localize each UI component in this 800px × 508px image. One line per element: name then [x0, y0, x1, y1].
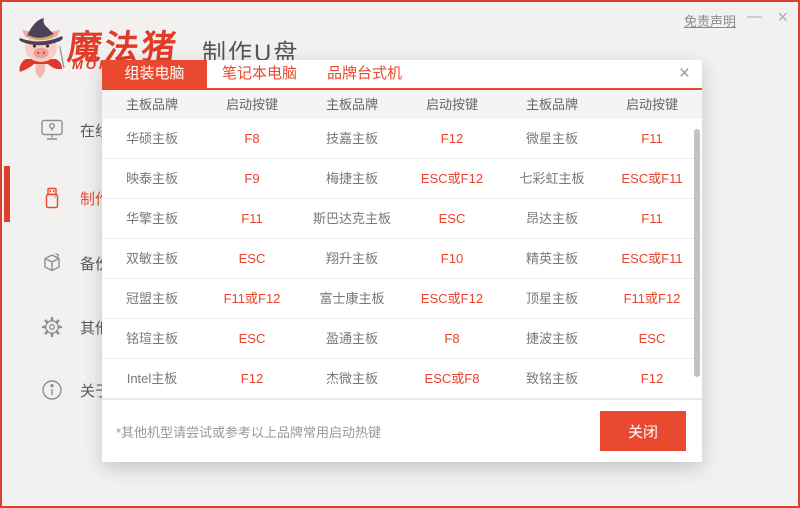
brand-cell: 顶星主板	[525, 291, 578, 306]
brand-cell: 精英主板	[525, 251, 578, 266]
bootkey-cell: ESC或F8	[424, 371, 480, 386]
brand-cell: 华擎主板	[125, 211, 178, 226]
brand-cell: 昂达主板	[525, 211, 578, 226]
brand-cell: Intel主板	[126, 371, 178, 386]
table-header-cell: 启动按键	[425, 97, 478, 112]
bootkey-cell: ESC	[238, 331, 266, 346]
brand-cell: 双敏主板	[125, 251, 178, 266]
bootkey-cell: F11	[641, 211, 663, 226]
brand-cell: 技嘉主板	[325, 131, 378, 146]
brand-cell: 梅捷主板	[325, 171, 378, 186]
table-row: 华硕主板 F8 技嘉主板 F12 微星主板 F11	[102, 119, 702, 159]
bootkey-cell: ESC或F11	[621, 251, 683, 266]
brand-cell: 铭瑄主板	[125, 331, 178, 346]
brand-cell: 映泰主板	[125, 171, 178, 186]
bootkey-cell: F9	[244, 171, 260, 186]
usb-icon	[40, 186, 64, 210]
table-header-row: 主板品牌 启动按键 主板品牌 启动按键 主板品牌 启动按键	[102, 90, 702, 119]
table-header-cell: 启动按键	[225, 97, 278, 112]
bootkey-cell: F12	[440, 131, 464, 146]
dialog-tab-bar: 组装电脑 笔记本电脑 品牌台式机 ×	[102, 60, 702, 90]
brand-cell: 冠盟主板	[125, 291, 178, 306]
close-dialog-button[interactable]: 关闭	[600, 411, 686, 451]
bootkey-cell: F12	[640, 371, 664, 386]
bootkey-cell: ESC	[438, 211, 466, 226]
bootkey-cell: F10	[440, 251, 464, 266]
brand-cell: 斯巴达克主板	[312, 211, 391, 226]
disclaimer-link[interactable]: 免责声明	[684, 11, 736, 30]
backup-icon	[40, 251, 64, 275]
mascot-pig-logo	[19, 18, 65, 78]
table-row: 冠盟主板 F11或F12 富士康主板 ESC或F12 顶星主板 F11或F12	[102, 279, 702, 319]
boot-key-table: 华硕主板 F8 技嘉主板 F12 微星主板 F11 映泰主板 F9 梅捷主板 ESC或F12 七彩虹…	[102, 119, 702, 399]
table-header-cell: 主板品牌	[325, 97, 378, 112]
gear-icon	[40, 315, 64, 339]
table-row: 映泰主板 F9 梅捷主板 ESC或F12 七彩虹主板 ESC或F11	[102, 159, 702, 199]
brand-cell: 华硕主板	[125, 131, 178, 146]
boot-key-dialog: 组装电脑 笔记本电脑 品牌台式机 × 主板品牌 启动按键 主板品牌 启动按键 主板品牌 启动按键…	[102, 60, 702, 462]
bootkey-cell: ESC或F11	[621, 171, 683, 186]
bootkey-cell: ESC	[638, 331, 666, 346]
footer-note: *其他机型请尝试或参考以上品牌常用启动热键	[116, 424, 382, 440]
info-icon	[40, 378, 64, 402]
tab-2[interactable]: 笔记本电脑	[207, 60, 312, 88]
tab-3[interactable]: 品牌台式机	[312, 60, 417, 88]
brand-cell: 杰微主板	[325, 371, 378, 386]
bootkey-cell: F8	[444, 331, 460, 346]
table-header-cell: 主板品牌	[125, 97, 178, 112]
brand-cell: 富士康主板	[319, 291, 385, 306]
brand-cell: 致铭主板	[525, 371, 578, 386]
brand-cell: 翔升主板	[325, 251, 378, 266]
dialog-footer: *其他机型请尝试或参考以上品牌常用启动热键 关闭	[102, 399, 702, 462]
bootkey-cell: ESC或F12	[420, 291, 484, 306]
sidebar-active-indicator	[4, 166, 10, 222]
window-minimize-button[interactable]: —	[747, 8, 762, 25]
table-row: Intel主板 F12 杰微主板 ESC或F8 致铭主板 F12	[102, 359, 702, 399]
bootkey-cell: F11或F12	[223, 291, 281, 306]
brand-cell: 捷波主板	[525, 331, 578, 346]
brand-cell: 七彩虹主板	[519, 171, 585, 186]
bootkey-cell: F11	[241, 211, 263, 226]
table-row: 铭瑄主板 ESC 盈通主板 F8 捷波主板 ESC	[102, 319, 702, 359]
table-row: 华擎主板 F11 斯巴达克主板 ESC 昂达主板 F11	[102, 199, 702, 239]
brand-cell: 微星主板	[525, 131, 578, 146]
dialog-close-icon[interactable]: ×	[679, 63, 690, 85]
scrollbar-thumb[interactable]	[694, 129, 700, 377]
table-header-cell: 启动按键	[625, 97, 678, 112]
tab-1[interactable]: 组装电脑	[102, 60, 207, 88]
brand-cell: 盈通主板	[325, 331, 378, 346]
bootkey-cell: F11或F12	[623, 291, 681, 306]
table-header-cell: 主板品牌	[525, 97, 578, 112]
bootkey-cell: ESC或F12	[420, 171, 484, 186]
table-row: 双敏主板 ESC 翔升主板 F10 精英主板 ESC或F11	[102, 239, 702, 279]
bootkey-cell: ESC	[238, 251, 266, 266]
bootkey-cell: F11	[641, 131, 663, 146]
monitor-icon	[40, 118, 64, 142]
app-window: 魔法猪 MOFA 制作U盘 免责声明 — × 在线 制作 备份 其他 关于 组装电脑 笔记…	[0, 0, 800, 508]
window-close-button[interactable]: ×	[777, 7, 788, 28]
bootkey-cell: F8	[244, 131, 260, 146]
bootkey-cell: F12	[240, 371, 264, 386]
